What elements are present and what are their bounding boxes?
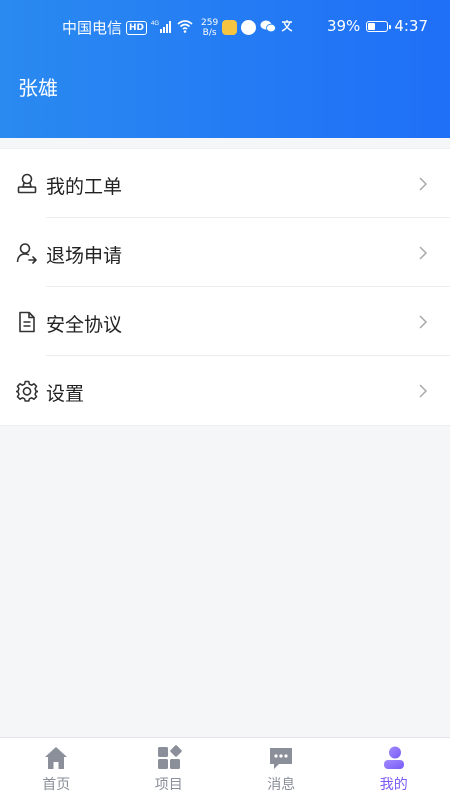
profile-menu: 我的工单 退场申请 安全协议 设置: [0, 148, 450, 426]
tab-label: 项目: [154, 777, 183, 793]
tab-mine[interactable]: 我的: [338, 738, 450, 800]
tab-home[interactable]: 首页: [0, 738, 113, 800]
battery-percent: 39%: [326, 17, 361, 35]
menu-item-settings[interactable]: 设置: [0, 356, 450, 425]
app-notification-icon: [222, 20, 238, 35]
menu-item-work-orders[interactable]: 我的工单: [0, 149, 450, 218]
hd-badge: HD: [126, 20, 148, 35]
network-speed: 259 B/s: [201, 18, 218, 38]
bottom-tab-bar: 首页 项目 消息 我的: [0, 737, 450, 800]
gear-icon: [16, 380, 38, 402]
status-right: 39% 4:37: [327, 17, 428, 35]
battery-fill: [368, 22, 376, 30]
tab-messages[interactable]: 消息: [225, 738, 338, 800]
menu-item-label: 退场申请: [46, 245, 123, 267]
chevron-right-icon: [419, 384, 428, 398]
home-icon: [45, 747, 68, 769]
signal-icon: 4G: [151, 19, 173, 37]
tab-label: 首页: [42, 777, 71, 793]
battery-icon: [366, 20, 392, 32]
document-icon: [19, 311, 35, 333]
chevron-right-icon: [419, 177, 428, 191]
user-exit-icon: [16, 243, 37, 264]
menu-item-label: 安全协议: [46, 314, 123, 336]
speed-unit: B/s: [202, 27, 217, 38]
person-icon: [383, 746, 404, 769]
tab-label: 我的: [379, 777, 408, 793]
stamp-icon: [17, 173, 37, 194]
status-bar: 中国电信 HD 4G 259 B/s 39% 4:37: [0, 0, 450, 52]
chevron-right-icon: [419, 246, 428, 260]
message-notification-icon: [241, 20, 257, 35]
carrier-name: 中国电信: [62, 19, 123, 37]
header: 中国电信 HD 4G 259 B/s 39% 4:37 张雄: [0, 0, 450, 138]
menu-item-label: 设置: [46, 383, 85, 405]
status-left: 中国电信 HD 4G 259 B/s: [62, 17, 294, 38]
chevron-right-icon: [419, 315, 428, 329]
user-name: 张雄: [18, 76, 58, 100]
translate-icon: [280, 19, 294, 37]
network-type: 4G: [151, 21, 159, 27]
message-icon: [270, 748, 293, 769]
tab-label: 消息: [267, 777, 296, 793]
wechat-icon: [260, 19, 277, 37]
menu-item-label: 我的工单: [46, 176, 123, 198]
menu-item-exit-application[interactable]: 退场申请: [0, 218, 450, 287]
tab-projects[interactable]: 项目: [113, 738, 226, 800]
wifi-icon: [177, 19, 193, 37]
grid-icon: [157, 745, 182, 769]
menu-item-safety-agreement[interactable]: 安全协议: [0, 287, 450, 356]
speed-value: 259: [201, 17, 219, 28]
clock: 4:37: [394, 17, 428, 35]
